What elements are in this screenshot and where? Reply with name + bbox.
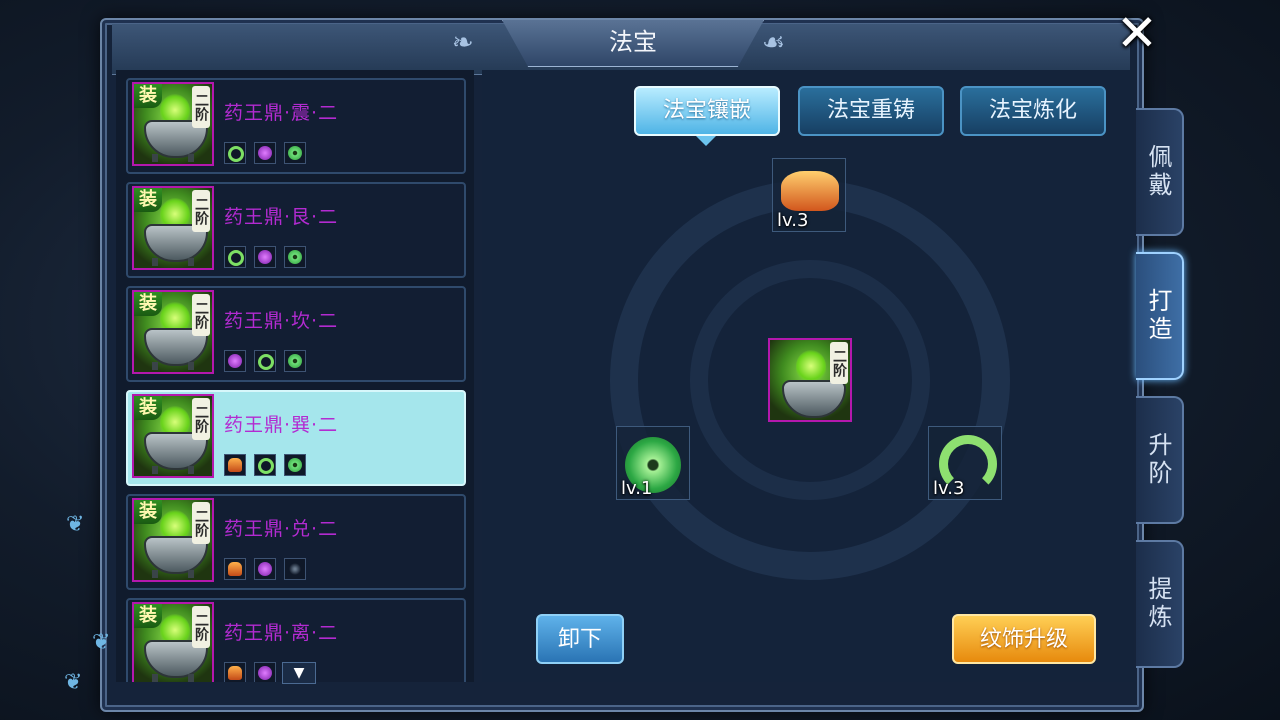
cauldron-leg-icon [188, 674, 194, 682]
empty-slot-icon[interactable] [284, 558, 306, 580]
butterfly-icon: ❦ [66, 512, 85, 537]
tab-refine[interactable]: 法宝炼化 [960, 86, 1106, 136]
gem-row [224, 662, 284, 682]
orange-ornament-icon [781, 171, 839, 211]
upgrade-button[interactable]: 纹饰升级 [952, 614, 1096, 664]
close-button[interactable]: ✕ [1112, 8, 1162, 58]
orange-ornament-icon[interactable] [224, 558, 246, 580]
cauldron-leg-icon [152, 258, 158, 266]
jade-ring-icon[interactable] [254, 454, 276, 476]
slot-level: lv.3 [933, 478, 965, 499]
gem-row [224, 350, 314, 374]
list-item-selected[interactable]: 装 二阶 药王鼎·巽·二 [126, 390, 466, 486]
slot-right[interactable]: lv.3 [928, 426, 1002, 500]
tier-badge: 二阶 [192, 398, 210, 440]
gem-row [224, 454, 314, 478]
item-name: 药王鼎·巽·二 [224, 414, 339, 436]
unequip-button[interactable]: 卸下 [536, 614, 624, 664]
title-bar: ❧ 法宝 ☙ [112, 20, 1130, 75]
item-name: 药王鼎·离·二 [224, 622, 339, 644]
cauldron-icon: 装 二阶 [132, 82, 214, 166]
list-item[interactable]: 装 二阶 药王鼎·艮·二 [126, 182, 466, 278]
cauldron-leg-icon [152, 570, 158, 578]
jade-ring-icon[interactable] [254, 350, 276, 372]
cauldron-icon: 装 二阶 [132, 186, 214, 270]
flourish-right-icon: ☙ [762, 28, 786, 58]
window-title: 法宝 [502, 20, 764, 67]
list-item[interactable]: 装 二阶 药王鼎·震·二 [126, 78, 466, 174]
slot-level: lv.3 [777, 210, 809, 231]
gem-row [224, 142, 314, 166]
jade-ring-icon[interactable] [224, 142, 246, 164]
cauldron-leg-icon [188, 362, 194, 370]
cauldron-leg-icon [152, 466, 158, 474]
equipped-badge: 装 [134, 292, 162, 316]
cauldron-icon: 装 二阶 [132, 394, 214, 478]
cauldron-leg-icon [188, 570, 194, 578]
tab-inlay[interactable]: 法宝镶嵌 [634, 86, 780, 136]
side-tab-extract[interactable]: 提炼 [1136, 540, 1184, 668]
jade-disc-icon[interactable] [284, 454, 306, 476]
item-name: 药王鼎·震·二 [224, 102, 339, 124]
orange-ornament-icon[interactable] [224, 662, 246, 682]
jade-disc-icon[interactable] [284, 350, 306, 372]
orange-ornament-icon[interactable] [224, 454, 246, 476]
center-treasure-slot[interactable]: 二阶 [768, 338, 852, 422]
purple-gem-icon[interactable] [254, 558, 276, 580]
side-tab-forge[interactable]: 打造 [1136, 252, 1184, 380]
tab-recast[interactable]: 法宝重铸 [798, 86, 944, 136]
purple-gem-icon[interactable] [254, 142, 276, 164]
cauldron-leg-icon [188, 466, 194, 474]
purple-gem-icon[interactable] [254, 246, 276, 268]
flame-icon [796, 350, 826, 382]
tier-badge: 二阶 [192, 86, 210, 128]
tier-badge: 二阶 [192, 502, 210, 544]
tab-pointer-icon [696, 136, 716, 146]
slot-left[interactable]: lv.1 [616, 426, 690, 500]
cauldron-icon: 装 二阶 [132, 290, 214, 374]
flourish-left-icon: ❧ [452, 28, 474, 58]
item-name: 药王鼎·艮·二 [224, 206, 339, 228]
equipped-badge: 装 [134, 84, 162, 108]
cauldron-icon: 装 二阶 [132, 602, 214, 682]
gem-row [224, 558, 314, 582]
butterfly-icon: ❦ [92, 630, 111, 655]
cauldron-leg-icon [152, 674, 158, 682]
cauldron-leg-icon [152, 154, 158, 162]
tier-badge: 二阶 [192, 294, 210, 336]
tier-badge: 二阶 [830, 342, 848, 384]
slot-level: lv.1 [621, 478, 653, 499]
tier-badge: 二阶 [192, 606, 210, 648]
jade-disc-icon[interactable] [284, 142, 306, 164]
item-name: 药王鼎·兑·二 [224, 518, 339, 540]
equipped-badge: 装 [134, 604, 162, 628]
cauldron-leg-icon [188, 258, 194, 266]
jade-ring-icon[interactable] [224, 246, 246, 268]
gem-row [224, 246, 314, 270]
jade-disc-icon[interactable] [284, 246, 306, 268]
equipped-badge: 装 [134, 396, 162, 420]
slot-top[interactable]: lv.3 [772, 158, 846, 232]
side-tab-advance[interactable]: 升阶 [1136, 396, 1184, 524]
butterfly-icon: ❦ [64, 670, 83, 695]
equipped-badge: 装 [134, 188, 162, 212]
cauldron-leg-icon [188, 154, 194, 162]
equipped-badge: 装 [134, 500, 162, 524]
list-item[interactable]: 装 二阶 药王鼎·兑·二 [126, 494, 466, 590]
list-item[interactable]: 装 二阶 药王鼎·坎·二 [126, 286, 466, 382]
tier-badge: 二阶 [192, 190, 210, 232]
purple-gem-icon[interactable] [254, 662, 276, 682]
cauldron-body-icon [782, 380, 846, 418]
cauldron-icon: 装 二阶 [132, 498, 214, 582]
item-name: 药王鼎·坎·二 [224, 310, 339, 332]
cauldron-leg-icon [152, 362, 158, 370]
chevron-down-icon[interactable]: ▼ [282, 662, 316, 684]
purple-gem-icon[interactable] [224, 350, 246, 372]
item-list[interactable]: 装 二阶 药王鼎·震·二 装 二阶 药王鼎·艮·二 装 二阶 药王鼎·坎·二 装… [116, 70, 474, 682]
side-tab-wear[interactable]: 佩戴 [1136, 108, 1184, 236]
